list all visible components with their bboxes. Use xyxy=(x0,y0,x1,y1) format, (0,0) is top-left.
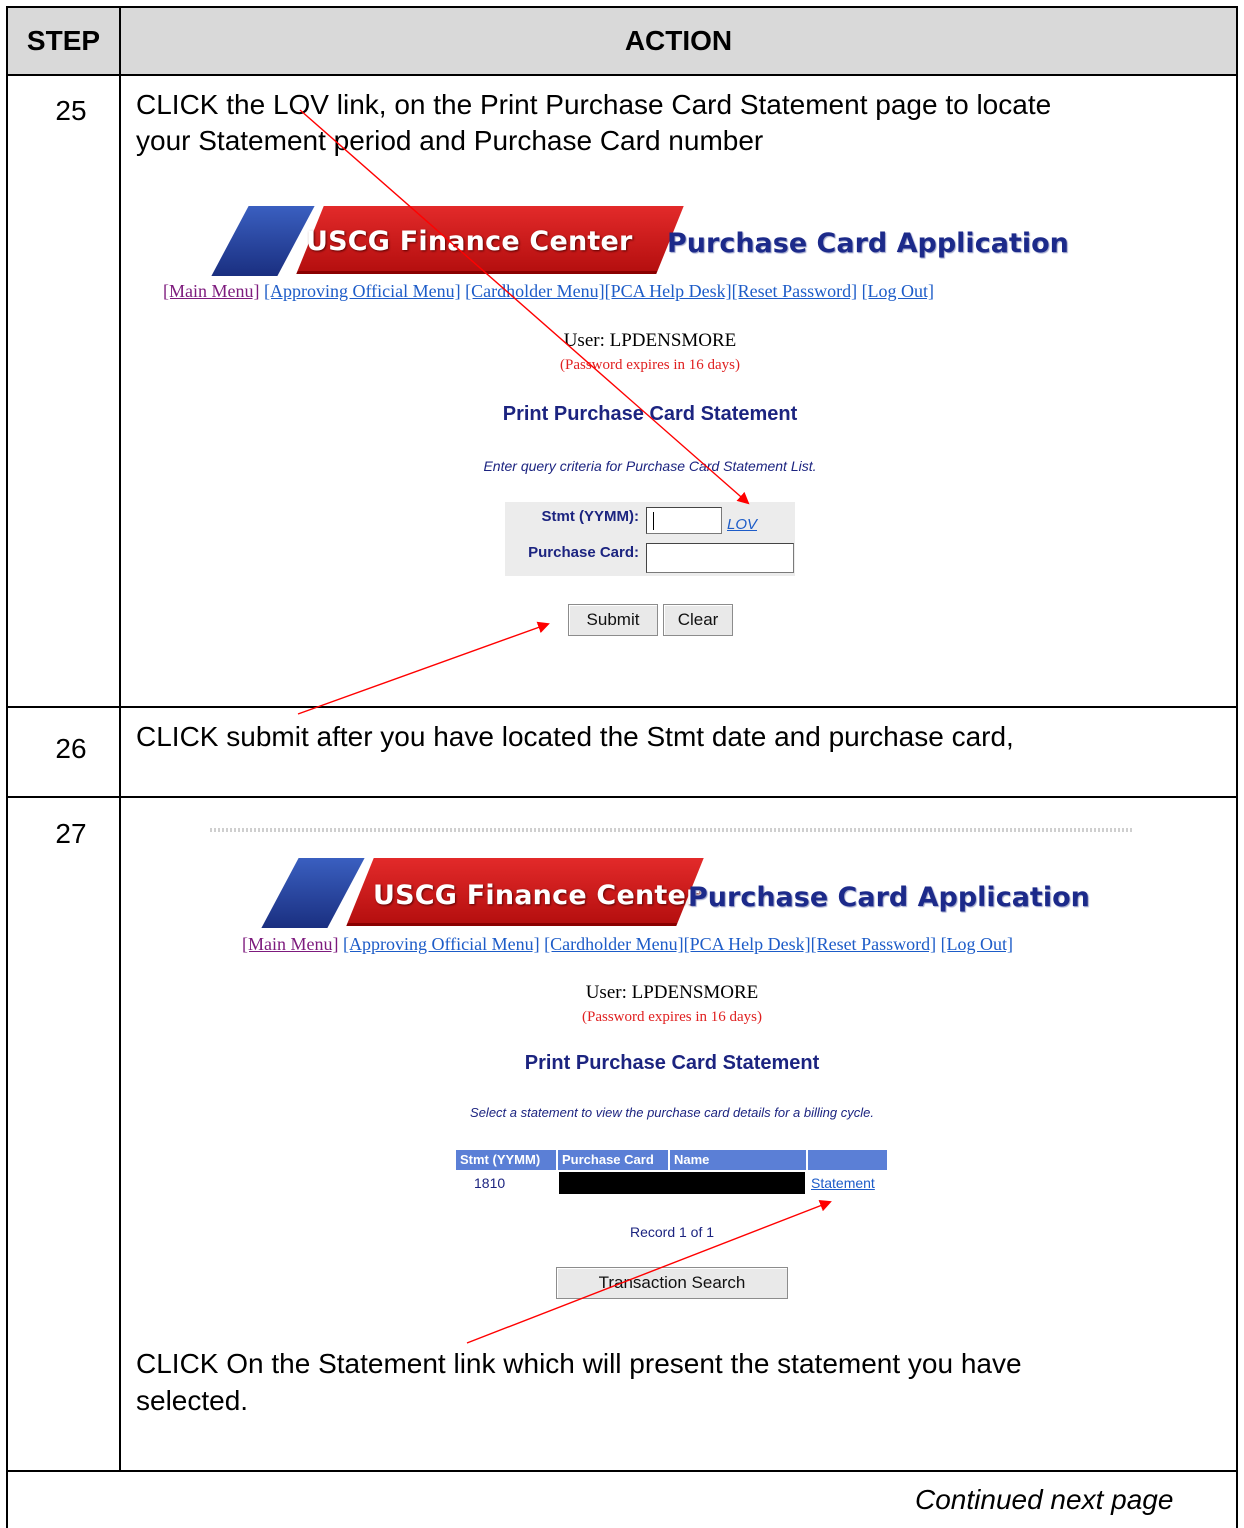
menu-logout[interactable]: [Log Out] xyxy=(862,281,934,301)
password-notice: (Password expires in 16 days) xyxy=(560,357,740,373)
col-card: Purchase Card xyxy=(558,1150,668,1170)
nav-menu: [Main Menu] [Approving Official Menu] [C… xyxy=(163,281,934,302)
step-text: CLICK submit after you have located the … xyxy=(136,721,1014,752)
step-text: your Statement period and Purchase Card … xyxy=(136,125,764,156)
menu-cardholder[interactable]: [Cardholder Menu] xyxy=(544,934,683,954)
transaction-search-button[interactable]: Transaction Search xyxy=(556,1267,788,1299)
text-cursor xyxy=(653,512,654,530)
menu-main[interactable]: [Main Menu] xyxy=(242,934,338,954)
col-action xyxy=(808,1150,887,1170)
menu-approving[interactable]: [Approving Official Menu] xyxy=(343,934,540,954)
menu-main[interactable]: [Main Menu] xyxy=(163,281,259,301)
user-label: User: LPDENSMORE xyxy=(563,330,737,351)
statement-table: Stmt (YYMM) Purchase Card Name 1810 Stat… xyxy=(456,1150,887,1196)
statement-link[interactable]: Statement xyxy=(811,1175,875,1191)
page-title: Print Purchase Card Statement xyxy=(502,403,798,425)
banner-title-blue: Purchase Card Application xyxy=(667,228,1069,259)
query-form: Stmt (YYMM): LOV Purchase Card: xyxy=(505,502,795,576)
header-step: STEP xyxy=(8,8,119,74)
row-stmt: 1810 xyxy=(474,1175,506,1191)
menu-cardholder[interactable]: [Cardholder Menu] xyxy=(465,281,604,301)
step-text: selected. xyxy=(136,1385,249,1416)
record-count: Record 1 of 1 xyxy=(629,1224,715,1240)
redacted-card-name xyxy=(559,1172,805,1194)
banner-title-red: USCG Finance Center xyxy=(306,226,633,257)
hint-text: Select a statement to view the purchase … xyxy=(470,1105,874,1120)
menu-reset[interactable]: [Reset Password] xyxy=(732,281,857,301)
step-number: 26 xyxy=(55,733,87,764)
step-text: CLICK the LOV link, on the Print Purchas… xyxy=(136,89,1052,120)
menu-logout[interactable]: [Log Out] xyxy=(941,934,1013,954)
screenshot-top-edge xyxy=(210,828,1132,832)
user-label: User: LPDENSMORE xyxy=(585,982,759,1003)
header-action: ACTION xyxy=(121,8,1236,74)
banner-title-red: USCG Finance Center xyxy=(373,880,700,911)
menu-reset[interactable]: [Reset Password] xyxy=(811,934,936,954)
card-label: Purchase Card: xyxy=(528,544,639,561)
menu-helpdesk[interactable]: [PCA Help Desk] xyxy=(684,934,811,954)
banner-title-blue: Purchase Card Application xyxy=(688,882,1090,913)
app-banner: USCG Finance Center Purchase Card Applic… xyxy=(210,206,1090,278)
step-number: 27 xyxy=(55,818,87,849)
card-input[interactable] xyxy=(646,543,794,573)
continued-note: Continued next page xyxy=(915,1484,1174,1515)
lov-link[interactable]: LOV xyxy=(727,516,757,533)
password-notice: (Password expires in 16 days) xyxy=(582,1009,762,1025)
stmt-label: Stmt (YYMM): xyxy=(541,508,640,525)
col-stmt: Stmt (YYMM) xyxy=(456,1150,556,1170)
hint-text: Enter query criteria for Purchase Card S… xyxy=(483,458,817,474)
page-title: Print Purchase Card Statement xyxy=(524,1052,820,1074)
submit-button[interactable]: Submit xyxy=(568,604,658,636)
app-banner: USCG Finance Center Purchase Card Applic… xyxy=(260,858,1120,930)
menu-helpdesk[interactable]: [PCA Help Desk] xyxy=(605,281,732,301)
step-text: CLICK On the Statement link which will p… xyxy=(136,1348,1022,1379)
step-number: 25 xyxy=(55,95,87,126)
clear-button[interactable]: Clear xyxy=(663,604,733,636)
col-name: Name xyxy=(670,1150,806,1170)
stmt-input[interactable] xyxy=(646,507,722,534)
menu-approving[interactable]: [Approving Official Menu] xyxy=(264,281,461,301)
nav-menu: [Main Menu] [Approving Official Menu] [C… xyxy=(242,934,1013,955)
